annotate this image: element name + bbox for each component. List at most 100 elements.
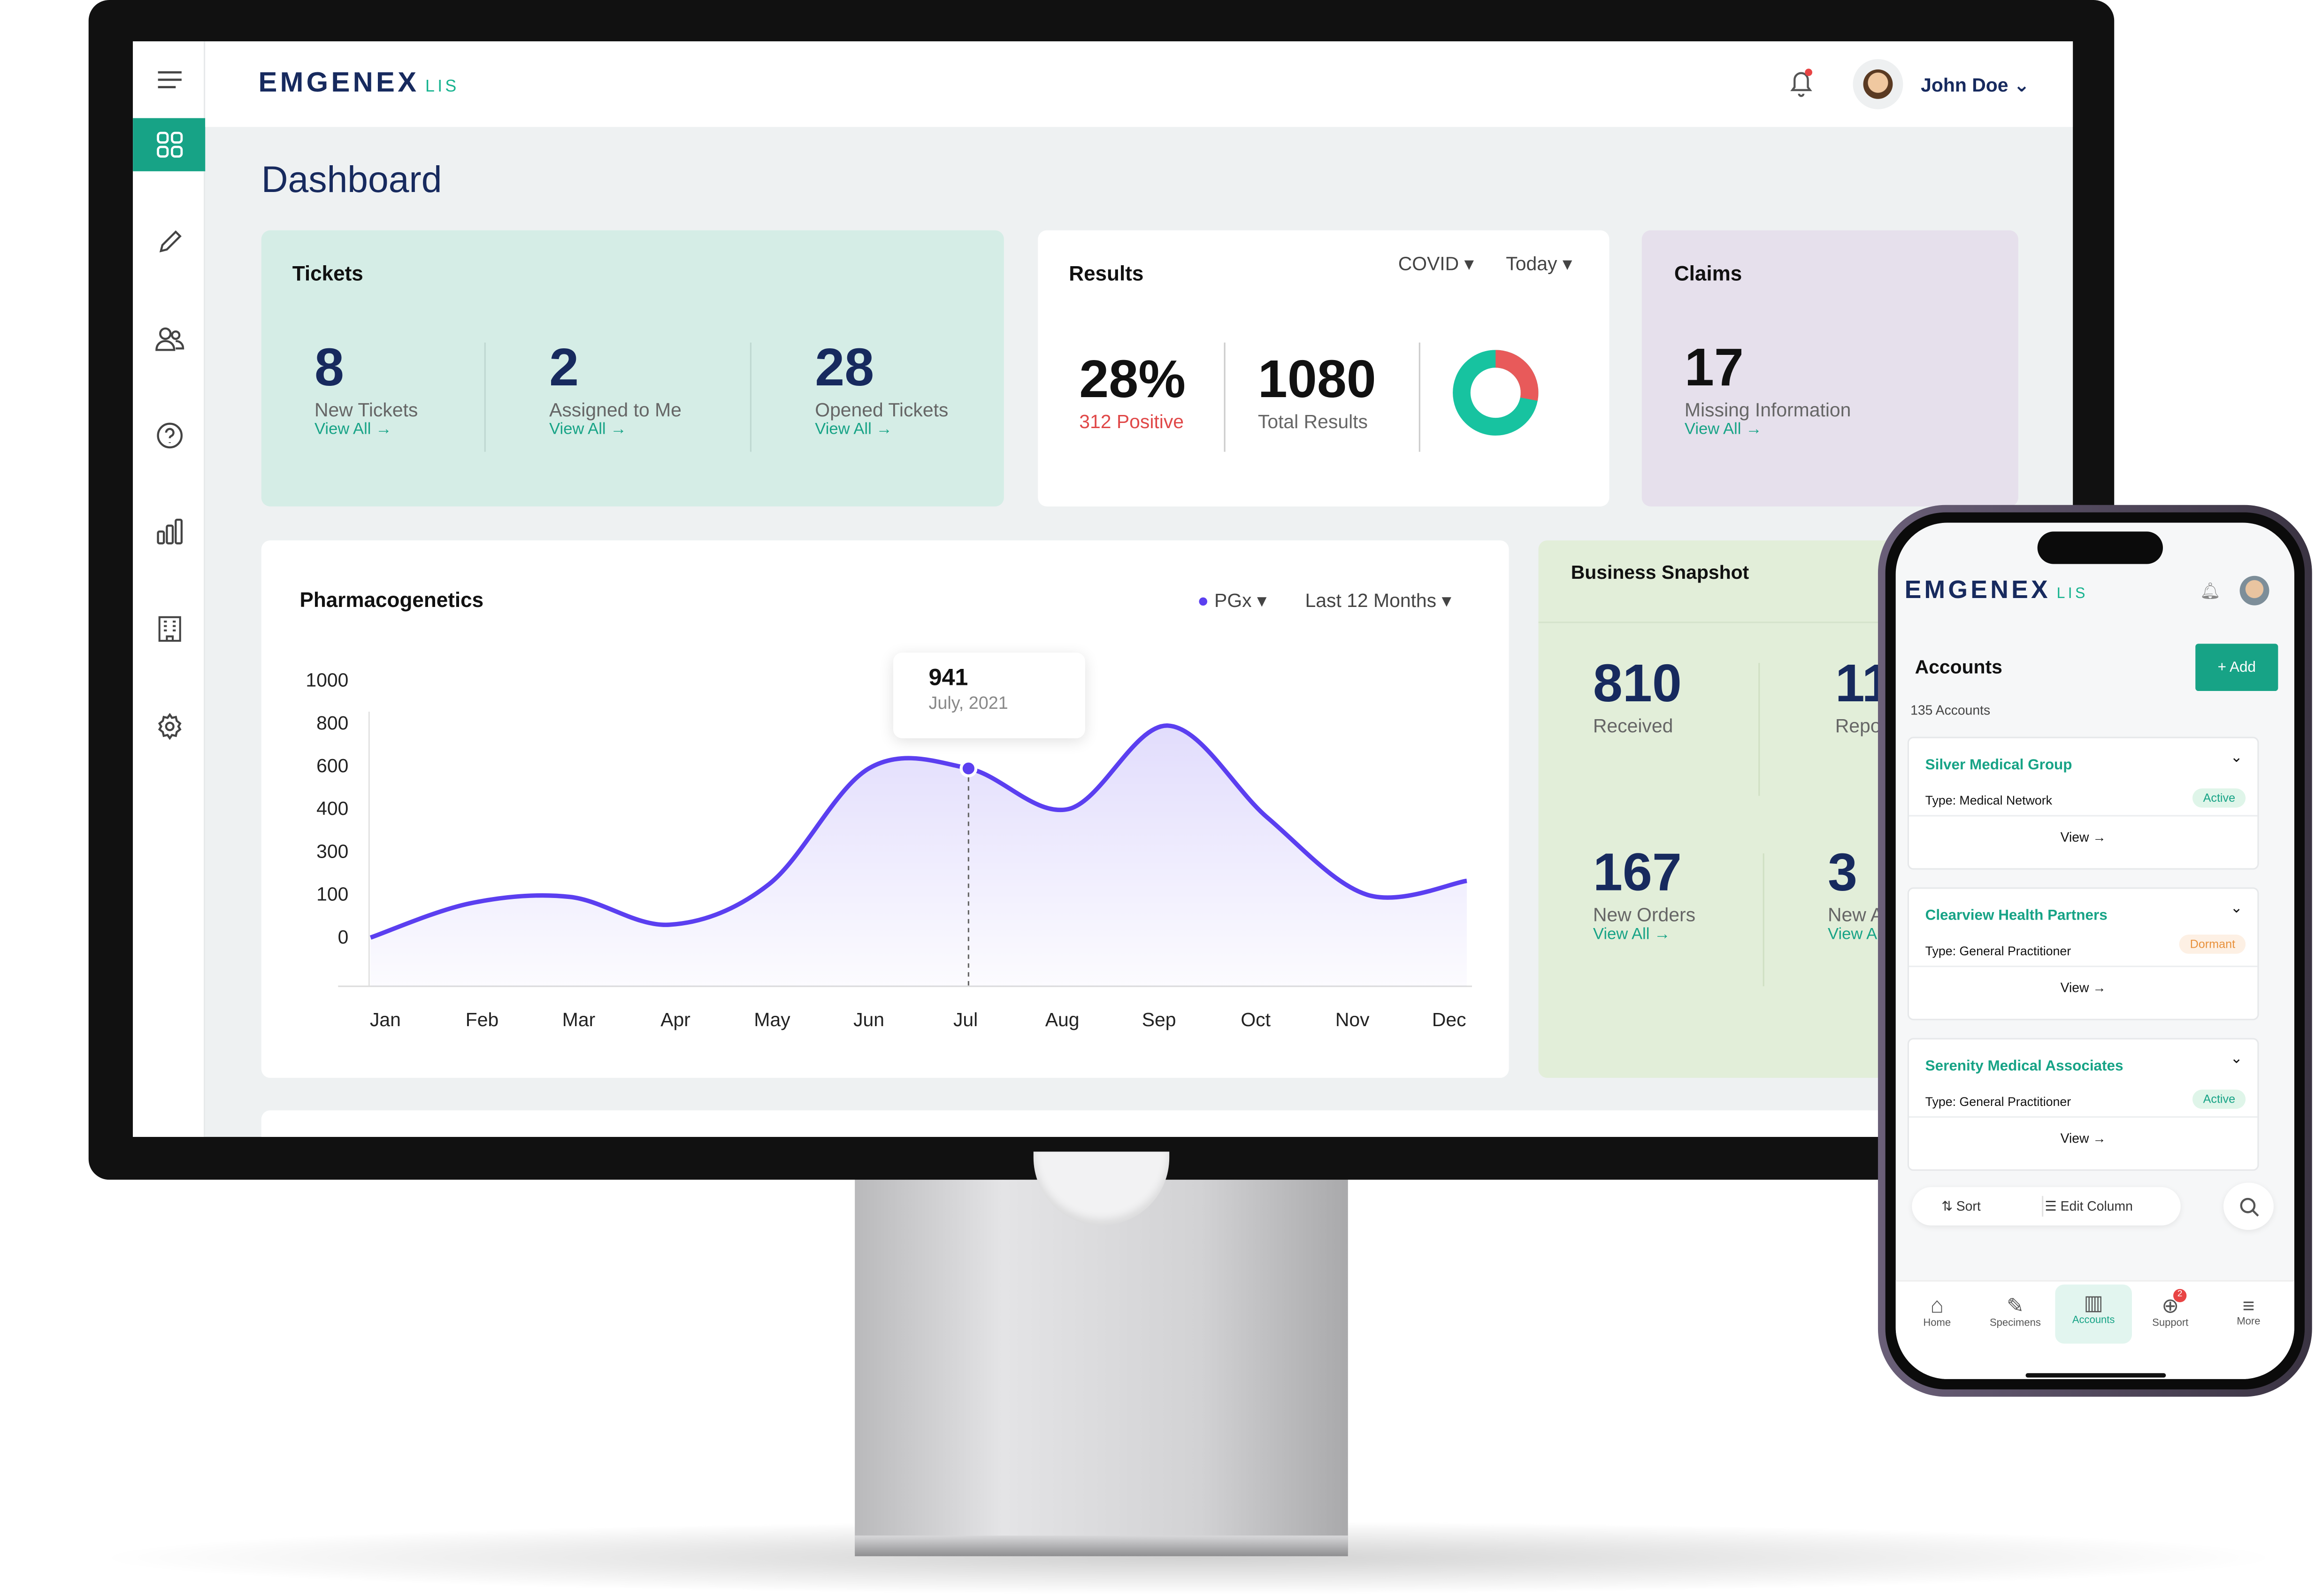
- y-tick-label: 800: [316, 712, 348, 734]
- account-card: Serenity Medical Associates ⌄ Type: Gene…: [1907, 1038, 2259, 1171]
- y-tick-label: 400: [316, 798, 348, 819]
- series-area: [370, 725, 1467, 987]
- snapshot-received: 810 Received: [1593, 652, 1682, 737]
- accounts-title: Accounts: [1915, 655, 2002, 678]
- ticket-value: 28: [815, 337, 874, 398]
- sidebar-item-accounts[interactable]: [133, 602, 205, 655]
- building-icon: ▥: [2084, 1290, 2103, 1314]
- sidebar-item-settings[interactable]: [133, 700, 205, 753]
- view-all-link[interactable]: View All →: [1593, 926, 1695, 944]
- chevron-down-icon: ⌄: [2013, 74, 2030, 96]
- chevron-down-icon[interactable]: ⌄: [2230, 1051, 2242, 1068]
- y-tick-label: 600: [316, 755, 348, 776]
- tab-support[interactable]: ⊕ 2 Support: [2132, 1281, 2209, 1370]
- snapshot-title: Business Snapshot: [1571, 561, 1749, 583]
- chart-plot: 10008006004003001000Jan Feb Mar Apr May Jun Ju…: [306, 669, 1472, 1030]
- tab-accounts[interactable]: ▥ Accounts: [2055, 1284, 2132, 1344]
- x-tick-label: Aug: [1045, 1009, 1080, 1030]
- status-badge: Dormant: [2179, 935, 2246, 954]
- y-tick-label: 1000: [306, 669, 348, 691]
- pen-icon: [159, 230, 181, 253]
- stage: EMGENEX LIS John Doe ⌄ Dashboard Tickets …: [0, 0, 2315, 1596]
- ticket-label: Assigned to Me: [549, 399, 682, 421]
- sidebar-item-help[interactable]: [133, 409, 205, 462]
- data-point-highlight[interactable]: [959, 760, 978, 777]
- view-all-link[interactable]: View All →: [549, 421, 682, 438]
- x-tick-label: Jun: [853, 1009, 884, 1030]
- user-menu[interactable]: John Doe ⌄: [1921, 74, 2030, 97]
- results-title: Results: [1069, 261, 1144, 285]
- view-link[interactable]: View →: [1909, 1131, 2257, 1145]
- avatar[interactable]: [1853, 59, 1903, 109]
- view-all-link[interactable]: View A: [1828, 926, 1883, 944]
- status-badge: Active: [2192, 788, 2246, 808]
- help-icon: [156, 422, 182, 449]
- desktop-screen: EMGENEX LIS John Doe ⌄ Dashboard Tickets …: [133, 41, 2073, 1137]
- avatar[interactable]: [2239, 575, 2269, 606]
- account-name[interactable]: Clearview Health Partners: [1925, 908, 2108, 924]
- sidebar-item-dashboard[interactable]: [133, 118, 206, 171]
- view-all-link[interactable]: View All →: [1685, 421, 1851, 438]
- x-tick-label: Jan: [370, 1009, 401, 1030]
- search-button[interactable]: [2223, 1182, 2274, 1230]
- x-tick-label: May: [754, 1009, 790, 1030]
- view-link[interactable]: View →: [1909, 830, 2257, 844]
- gear-icon: [157, 713, 181, 740]
- x-tick-label: Dec: [1432, 1009, 1466, 1030]
- claims-label: Missing Information: [1684, 399, 1851, 421]
- business-snapshot-card: Business Snapshot 810 Received 11 Repo 167…: [1538, 540, 1937, 1078]
- tooltip-value: 941: [928, 666, 968, 691]
- sidebar-item-reports[interactable]: [133, 505, 205, 558]
- total-label: Total Results: [1257, 410, 1368, 433]
- x-tick-label: Oct: [1241, 1009, 1271, 1030]
- edit-column-button[interactable]: ☰ Edit Column: [2045, 1199, 2132, 1215]
- tab-specimens[interactable]: ✎ Specimens: [1977, 1281, 2054, 1370]
- x-tick-label: Nov: [1335, 1009, 1370, 1030]
- positive-stat: 28% 312 Positive: [1079, 348, 1186, 432]
- home-indicator: [2025, 1373, 2166, 1378]
- sort-edit-bar: ⇅ Sort ☰ Edit Column: [1912, 1187, 2181, 1226]
- x-tick-label: Mar: [562, 1009, 595, 1030]
- users-icon: [154, 327, 184, 351]
- tab-home[interactable]: ⌂ Home: [1899, 1281, 1976, 1370]
- date-filter[interactable]: Today ▾: [1506, 253, 1572, 276]
- account-name[interactable]: Serenity Medical Associates: [1925, 1059, 2123, 1075]
- covid-filter[interactable]: COVID ▾: [1398, 253, 1474, 276]
- pharmacogenetics-card: Pharmacogenetics ● PGx ▾ Last 12 Months …: [261, 540, 1509, 1078]
- view-all-link[interactable]: View All →: [314, 421, 418, 438]
- bell-icon[interactable]: [1788, 68, 1815, 105]
- view-all-link[interactable]: View All →: [815, 421, 948, 438]
- x-tick-label: Jul: [953, 1009, 978, 1030]
- claims-title: Claims: [1674, 261, 1742, 285]
- results-donut: [1453, 350, 1539, 436]
- ticket-label: New Tickets: [314, 399, 418, 421]
- chevron-down-icon[interactable]: ⌄: [2230, 901, 2242, 917]
- sort-button[interactable]: ⇅ Sort: [1941, 1199, 1981, 1215]
- account-type: Type: Medical Network: [1925, 793, 2053, 808]
- dynamic-island: [2037, 531, 2163, 564]
- account-card: Clearview Health Partners ⌄ Type: Genera…: [1907, 887, 2259, 1021]
- menu-icon[interactable]: [133, 53, 205, 106]
- mobile-screen: EMGENEX LIS 🔔︎ Accounts + Add 135 Account…: [1895, 522, 2294, 1379]
- bell-icon[interactable]: 🔔︎: [2200, 582, 2221, 601]
- bar-chart-icon: [156, 518, 182, 545]
- snapshot-new-orders: 167 New Orders View All →: [1593, 841, 1696, 944]
- tooltip-date: July, 2021: [928, 692, 1008, 714]
- sidebar: [133, 41, 206, 1137]
- account-card: Silver Medical Group ⌄ Type: Medical Net…: [1907, 737, 2259, 870]
- view-link[interactable]: View →: [1909, 981, 2257, 995]
- bottom-card: [261, 1110, 1945, 1137]
- sidebar-item-specimens[interactable]: [133, 215, 205, 269]
- tickets-title: Tickets: [292, 261, 363, 285]
- sidebar-item-users[interactable]: [133, 312, 205, 365]
- logo: EMGENEX LIS: [258, 68, 460, 99]
- add-button[interactable]: + Add: [2195, 644, 2278, 691]
- ticket-assigned: 2 Assigned to Me View All →: [549, 337, 682, 438]
- ticket-new: 8 New Tickets View All →: [314, 337, 418, 438]
- tab-more[interactable]: ≡ More: [2210, 1281, 2287, 1370]
- y-tick-label: 300: [316, 840, 348, 862]
- chevron-down-icon[interactable]: ⌄: [2230, 750, 2242, 767]
- phone: EMGENEX LIS 🔔︎ Accounts + Add 135 Account…: [1878, 505, 2312, 1397]
- account-name[interactable]: Silver Medical Group: [1925, 758, 2072, 774]
- results-card: Results COVID ▾ Today ▾ 28% 312 Positive…: [1038, 230, 1610, 506]
